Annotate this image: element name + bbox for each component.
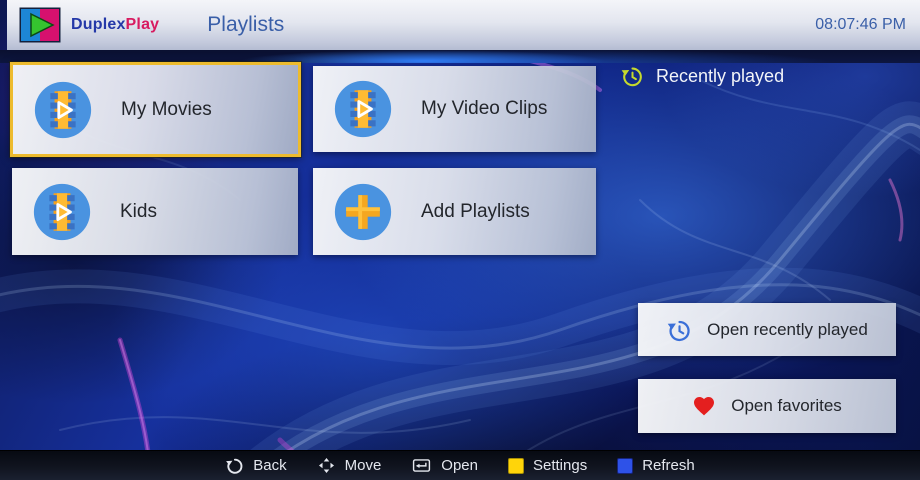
open-recently-played-label: Open recently played	[707, 320, 868, 340]
brand-play: Play	[126, 16, 160, 33]
recently-played-title: Recently played	[656, 66, 784, 87]
playlist-card-my-movies[interactable]: My Movies	[10, 62, 301, 157]
playlist-card-kids[interactable]: Kids	[12, 168, 298, 255]
back-button[interactable]: Back	[225, 456, 286, 475]
enter-key-icon	[411, 456, 432, 475]
yellow-key-icon	[508, 458, 524, 474]
page-title: Playlists	[207, 13, 284, 37]
open-recently-played-button[interactable]: Open recently played	[638, 303, 896, 356]
brand-duplex: Duplex	[71, 16, 126, 33]
top-bar: DuplexPlay Playlists 08:07:46 PM	[7, 0, 920, 50]
add-plus-icon	[333, 182, 393, 242]
history-icon	[620, 64, 644, 88]
movie-playlist-icon	[33, 80, 93, 140]
duplexplay-logo-icon	[19, 7, 61, 43]
settings-button[interactable]: Settings	[508, 457, 587, 474]
blue-key-icon	[617, 458, 633, 474]
add-playlists-card[interactable]: Add Playlists	[313, 168, 596, 255]
playlist-card-label: Kids	[120, 201, 157, 223]
open-button[interactable]: Open	[411, 456, 478, 475]
move-button[interactable]: Move	[317, 456, 382, 475]
history-icon	[666, 317, 692, 343]
movie-playlist-icon	[32, 182, 92, 242]
brand-text: DuplexPlay	[71, 16, 159, 34]
screen: DuplexPlay Playlists 08:07:46 PM My Movi…	[0, 0, 920, 480]
playlist-card-label: My Movies	[121, 99, 212, 121]
playlist-card-label: Add Playlists	[421, 201, 530, 223]
move-arrows-icon	[317, 456, 336, 475]
movie-playlist-icon	[333, 79, 393, 139]
open-favorites-button[interactable]: Open favorites	[638, 379, 896, 433]
settings-label: Settings	[533, 457, 587, 474]
bottom-action-bar: Back Move Open Settings	[0, 450, 920, 480]
clock-time: 08:07:46 PM	[815, 16, 906, 34]
playlist-card-label: My Video Clips	[421, 98, 547, 120]
back-rotate-icon	[225, 456, 244, 475]
open-favorites-label: Open favorites	[731, 396, 842, 416]
move-label: Move	[345, 457, 382, 474]
playlist-card-my-video-clips[interactable]: My Video Clips	[313, 66, 596, 152]
open-label: Open	[441, 457, 478, 474]
heart-icon	[692, 394, 716, 418]
refresh-label: Refresh	[642, 457, 695, 474]
refresh-button[interactable]: Refresh	[617, 457, 695, 474]
recently-played-header: Recently played	[620, 64, 784, 88]
back-label: Back	[253, 457, 286, 474]
